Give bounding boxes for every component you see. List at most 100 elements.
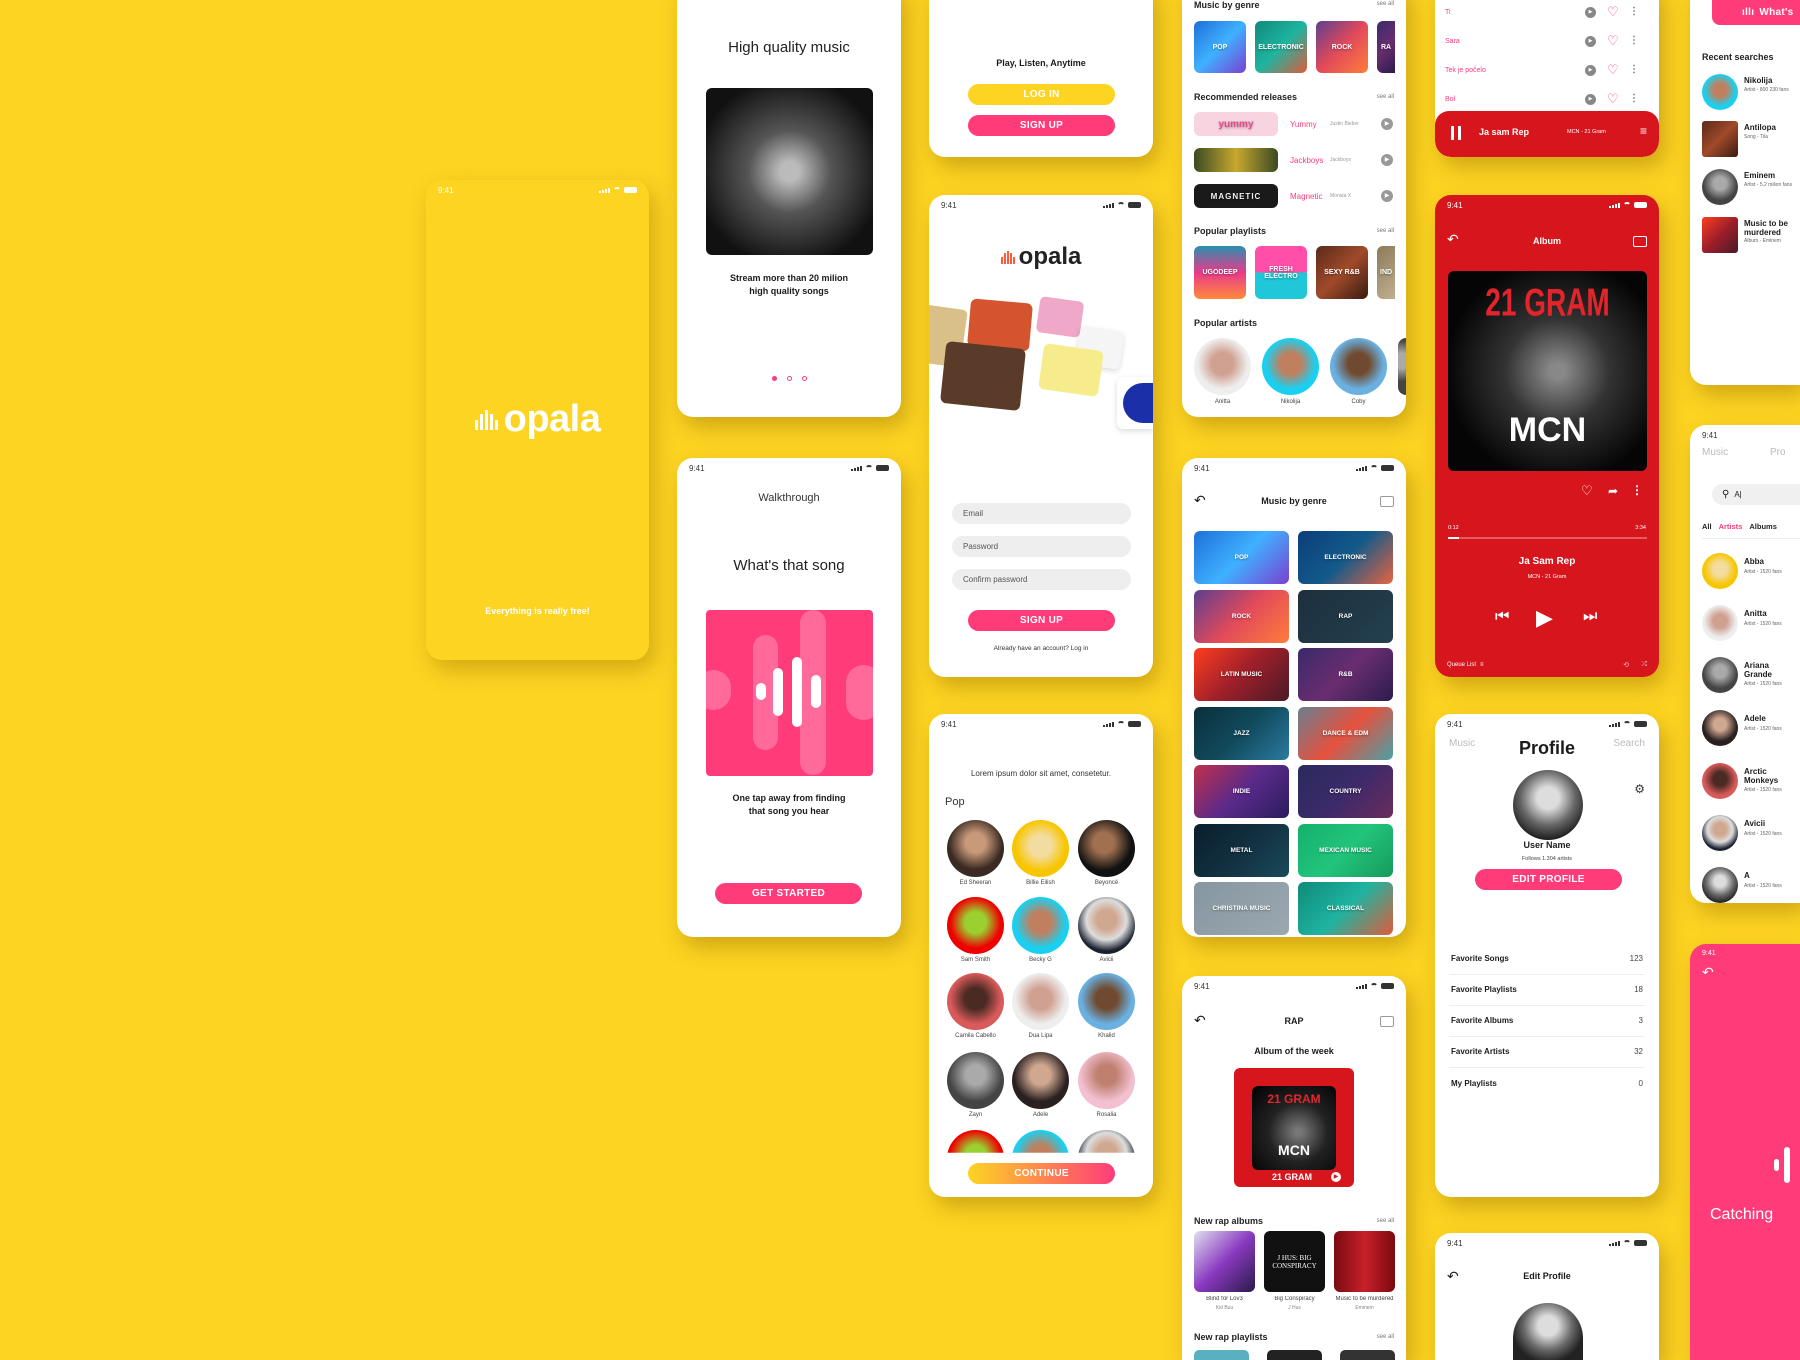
- email-field[interactable]: Email: [952, 503, 1131, 524]
- play-icon[interactable]: ▶: [1381, 118, 1393, 130]
- genre-tile[interactable]: CLASSICAL: [1298, 882, 1393, 935]
- release-title[interactable]: Yummy: [1290, 120, 1317, 129]
- playlist-tile[interactable]: [1267, 1350, 1322, 1360]
- previous-icon[interactable]: ⏮: [1495, 608, 1509, 626]
- play-icon[interactable]: ▶: [1381, 190, 1393, 202]
- gear-icon[interactable]: ⚙: [1634, 782, 1645, 796]
- result-avatar[interactable]: [1702, 763, 1738, 799]
- see-all-link[interactable]: see all: [1377, 1334, 1394, 1340]
- heart-icon[interactable]: ♡: [1607, 33, 1619, 49]
- result-avatar[interactable]: [1702, 867, 1738, 903]
- artist-avatar[interactable]: [1330, 338, 1387, 395]
- filter-tab[interactable]: Albums: [1749, 522, 1777, 531]
- heart-icon[interactable]: ♡: [1607, 4, 1619, 20]
- genre-tile[interactable]: POP: [1194, 21, 1246, 73]
- heart-icon[interactable]: ♡: [1607, 91, 1619, 107]
- page-indicator[interactable]: [677, 376, 901, 381]
- result-name[interactable]: Ariana Grande: [1744, 661, 1798, 679]
- genre-tile[interactable]: POP: [1194, 531, 1289, 584]
- play-icon[interactable]: ▶: [1536, 605, 1553, 631]
- page-dot-active[interactable]: [771, 376, 777, 381]
- filter-tab[interactable]: All: [1702, 522, 1712, 531]
- result-avatar[interactable]: [1702, 605, 1738, 641]
- recent-name[interactable]: Antilopa: [1744, 123, 1798, 132]
- artist-avatar[interactable]: [1078, 820, 1135, 877]
- more-icon[interactable]: ⋮: [1629, 64, 1639, 75]
- genre-tile[interactable]: ELECTRONIC: [1298, 531, 1393, 584]
- more-icon[interactable]: ⋮: [1629, 6, 1639, 17]
- more-icon[interactable]: ⋮: [1631, 483, 1643, 497]
- recent-name[interactable]: Eminem: [1744, 171, 1798, 180]
- search-input[interactable]: ⚲ A|: [1712, 484, 1800, 505]
- profile-row[interactable]: Favorite Albums 3: [1449, 1016, 1645, 1030]
- song-title[interactable]: Sara: [1445, 38, 1460, 45]
- recent-thumbnail[interactable]: [1702, 74, 1738, 110]
- recent-thumbnail[interactable]: [1702, 217, 1738, 253]
- back-icon[interactable]: ↶: [1702, 964, 1714, 981]
- pause-icon[interactable]: [1451, 126, 1461, 140]
- genre-tile[interactable]: JAZZ: [1194, 706, 1289, 760]
- avatar[interactable]: [1513, 1303, 1583, 1360]
- genre-tile[interactable]: COUNTRY: [1298, 765, 1393, 818]
- page-dot[interactable]: [801, 376, 807, 381]
- artist-avatar[interactable]: [1012, 973, 1069, 1030]
- album-cover[interactable]: [1194, 1231, 1255, 1292]
- recent-thumbnail[interactable]: [1702, 121, 1738, 157]
- genre-tile[interactable]: RAP: [1298, 589, 1393, 643]
- playlist-tile[interactable]: [1194, 1350, 1249, 1360]
- album-cover[interactable]: J HUS: BIG CONSPIRACY: [1264, 1231, 1325, 1292]
- artist-avatar[interactable]: [947, 897, 1004, 954]
- profile-row[interactable]: Favorite Songs 123: [1449, 954, 1645, 968]
- genre-tile[interactable]: METAL: [1194, 823, 1289, 877]
- genre-tile[interactable]: R&B: [1298, 648, 1393, 701]
- filter-tab[interactable]: Artists: [1719, 522, 1743, 531]
- artist-avatar[interactable]: [1012, 820, 1069, 877]
- recent-name[interactable]: Music to be murdered: [1744, 219, 1798, 237]
- continue-button[interactable]: CONTINUE: [968, 1163, 1115, 1184]
- queue-list-button[interactable]: Queue List ≡: [1447, 662, 1484, 668]
- confirm-password-field[interactable]: Confirm password: [952, 569, 1131, 590]
- artist-avatar[interactable]: [1012, 1052, 1069, 1109]
- more-icon[interactable]: ⋮: [1629, 93, 1639, 104]
- tab-search[interactable]: Search: [1613, 738, 1645, 749]
- song-title[interactable]: Ti: [1445, 9, 1451, 16]
- profile-row[interactable]: My Playlists 0: [1449, 1079, 1645, 1093]
- play-icon[interactable]: ▶: [1585, 65, 1596, 76]
- see-all-link[interactable]: see all: [1377, 228, 1394, 234]
- play-icon[interactable]: ▶: [1381, 154, 1393, 166]
- release-title[interactable]: Jackboys: [1290, 156, 1323, 165]
- play-icon[interactable]: ▶: [1585, 94, 1596, 105]
- artist-avatar[interactable]: [947, 973, 1004, 1030]
- artist-avatar[interactable]: [1194, 338, 1251, 395]
- signup-submit-button[interactable]: SIGN UP: [968, 610, 1115, 631]
- get-started-button[interactable]: GET STARTED: [715, 883, 862, 904]
- song-title[interactable]: Tek je počelo: [1445, 67, 1486, 74]
- progress-bar[interactable]: [1448, 537, 1647, 539]
- heart-icon[interactable]: ♡: [1581, 483, 1593, 499]
- genre-tile[interactable]: DANCE & EDM: [1298, 706, 1393, 760]
- genre-tile[interactable]: MEXICAN MUSIC: [1298, 823, 1393, 877]
- result-name[interactable]: Adele: [1744, 714, 1798, 723]
- artist-avatar[interactable]: [1398, 338, 1406, 395]
- heart-icon[interactable]: ♡: [1607, 62, 1619, 78]
- genre-tile[interactable]: CHRISTINA MUSIC: [1194, 882, 1289, 935]
- repeat-icon[interactable]: ⟲: [1623, 661, 1629, 669]
- tab-music[interactable]: Music: [1702, 447, 1728, 458]
- see-all-link[interactable]: see all: [1377, 1218, 1394, 1224]
- result-name[interactable]: A: [1744, 871, 1798, 880]
- edit-profile-button[interactable]: EDIT PROFILE: [1475, 869, 1622, 890]
- profile-row[interactable]: Favorite Playlists 18: [1449, 985, 1645, 999]
- next-icon[interactable]: ⏭: [1583, 608, 1597, 626]
- playlist-tile[interactable]: SEXY R&B: [1316, 246, 1368, 299]
- artist-avatar[interactable]: [947, 820, 1004, 877]
- artist-avatar[interactable]: [947, 1052, 1004, 1109]
- cast-icon[interactable]: [1633, 236, 1647, 247]
- genre-tile[interactable]: ELECTRONIC: [1255, 21, 1307, 73]
- artist-avatar[interactable]: [1262, 338, 1319, 395]
- more-icon[interactable]: ⋮: [1629, 35, 1639, 46]
- play-icon[interactable]: ▶: [1585, 7, 1596, 18]
- cast-icon[interactable]: [1380, 1016, 1394, 1027]
- tab-profile[interactable]: Pro: [1770, 447, 1786, 458]
- song-title[interactable]: Bol: [1445, 96, 1455, 103]
- result-name[interactable]: Abba: [1744, 557, 1798, 566]
